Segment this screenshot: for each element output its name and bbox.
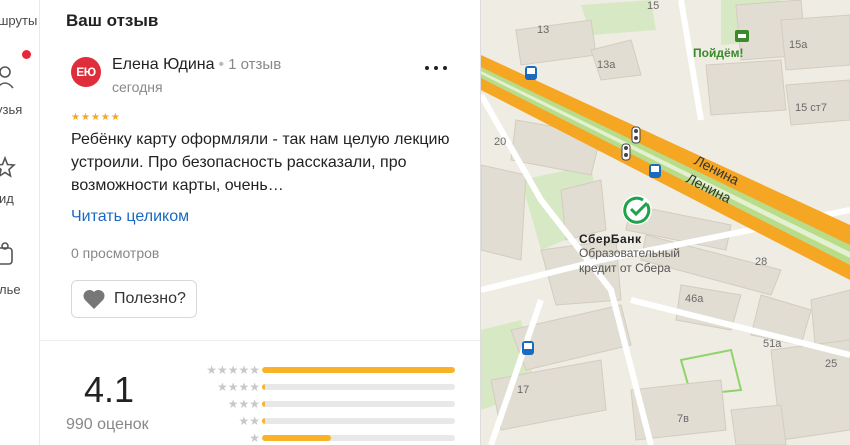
gallery-icon[interactable]	[0, 242, 16, 273]
bus-stop-icon[interactable]	[521, 340, 535, 356]
more-options-icon[interactable]	[425, 58, 447, 78]
divider	[40, 340, 480, 341]
nav-guide-label[interactable]: ид	[0, 191, 14, 206]
author-line: Елена Юдина • 1 отзыв	[112, 56, 281, 74]
author-separator-dot: •	[218, 56, 225, 73]
read-more-link[interactable]: Читать целиком	[71, 208, 189, 226]
star-icon: ★	[90, 112, 100, 123]
dist-bar-fill	[262, 367, 455, 373]
star-icon: ★	[80, 112, 90, 123]
rating-value: 4.1	[84, 369, 135, 410]
useful-label: Полезно?	[114, 290, 186, 307]
dist-bar	[262, 367, 455, 373]
nav-friends-label[interactable]: узья	[0, 102, 22, 117]
star-icon: ★	[110, 112, 120, 123]
dist-bar-fill	[262, 384, 265, 390]
dist-bar-fill	[262, 401, 265, 407]
nav-routes-label[interactable]: шруты	[0, 13, 37, 28]
bus-stop-icon[interactable]	[648, 163, 662, 179]
author-avatar[interactable]: ЕЮ	[71, 57, 101, 87]
house-number: 13	[537, 24, 550, 36]
views-count: 0 просмотров	[71, 245, 160, 261]
sberbank-logo-icon[interactable]	[621, 194, 653, 226]
poi-description: Образовательный кредит от Сбера	[579, 246, 680, 275]
house-number: 28	[755, 256, 768, 268]
section-title: Ваш отзыв	[66, 11, 159, 30]
guide-star-icon[interactable]	[0, 155, 16, 183]
star-icon: ★	[100, 112, 110, 123]
dist-bar-fill	[262, 418, 265, 424]
review-panel: Ваш отзыв ЕЮ Елена Юдина • 1 отзыв сегодня…	[40, 0, 481, 445]
notification-dot	[22, 50, 31, 59]
rating-dist-row: ★★	[180, 414, 455, 428]
friends-icon[interactable]	[0, 66, 16, 97]
rating-count: 990 оценок	[66, 416, 149, 433]
dist-stars-icon: ★★	[238, 414, 260, 428]
poidem-label[interactable]: Пойдём!	[693, 46, 744, 60]
review-date: сегодня	[112, 79, 163, 95]
dist-bar	[262, 384, 455, 390]
rating-dist-row: ★	[180, 431, 455, 445]
house-number: 15	[647, 0, 660, 12]
shop-icon[interactable]	[735, 30, 749, 42]
nav-gallery-label[interactable]: лье	[0, 282, 21, 297]
side-nav: шруты узья ид лье	[0, 0, 40, 445]
useful-button[interactable]: Полезно?	[71, 280, 197, 318]
dist-bar	[262, 418, 455, 424]
poi-name[interactable]: СберБанк	[579, 232, 641, 246]
dist-bar-fill	[262, 435, 332, 441]
house-number: 7в	[677, 413, 689, 425]
dist-stars-icon: ★	[249, 431, 260, 445]
traffic-light-icon	[621, 143, 631, 161]
dist-stars-icon: ★★★	[227, 397, 260, 411]
review-text: Ребёнку карту оформляли - так нам целую …	[71, 131, 450, 194]
bus-stop-icon[interactable]	[524, 65, 538, 81]
house-number: 15 ст7	[795, 102, 827, 114]
house-number: 20	[494, 136, 507, 148]
star-icon: ★	[71, 112, 80, 123]
dist-bar	[262, 435, 455, 441]
author-name[interactable]: Елена Юдина	[112, 56, 215, 73]
dist-stars-icon: ★★★★	[216, 380, 260, 394]
rating-dist-row: ★★★	[180, 397, 455, 411]
house-number: 15а	[789, 39, 808, 51]
rating-dist-row: ★★★★★	[180, 363, 455, 377]
traffic-light-icon	[631, 126, 641, 144]
rating-dist-row: ★★★★	[180, 380, 455, 394]
heart-icon	[83, 289, 105, 309]
map-view[interactable]: Пойдём! Ленина Ленина СберБанк Образоват…	[481, 0, 850, 445]
review-stars: ★ ★ ★ ★ ★	[71, 113, 120, 123]
app-root: шруты узья ид лье Ваш отзыв ЕЮ Елена Юди…	[0, 0, 850, 445]
house-number: 13а	[597, 59, 616, 71]
dist-bar	[262, 401, 455, 407]
house-number: 17	[517, 384, 530, 396]
house-number: 25	[825, 358, 838, 370]
author-review-count: 1 отзыв	[228, 56, 282, 73]
house-number: 51а	[763, 338, 782, 350]
house-number: 46а	[685, 293, 704, 305]
dist-stars-icon: ★★★★★	[206, 363, 260, 377]
